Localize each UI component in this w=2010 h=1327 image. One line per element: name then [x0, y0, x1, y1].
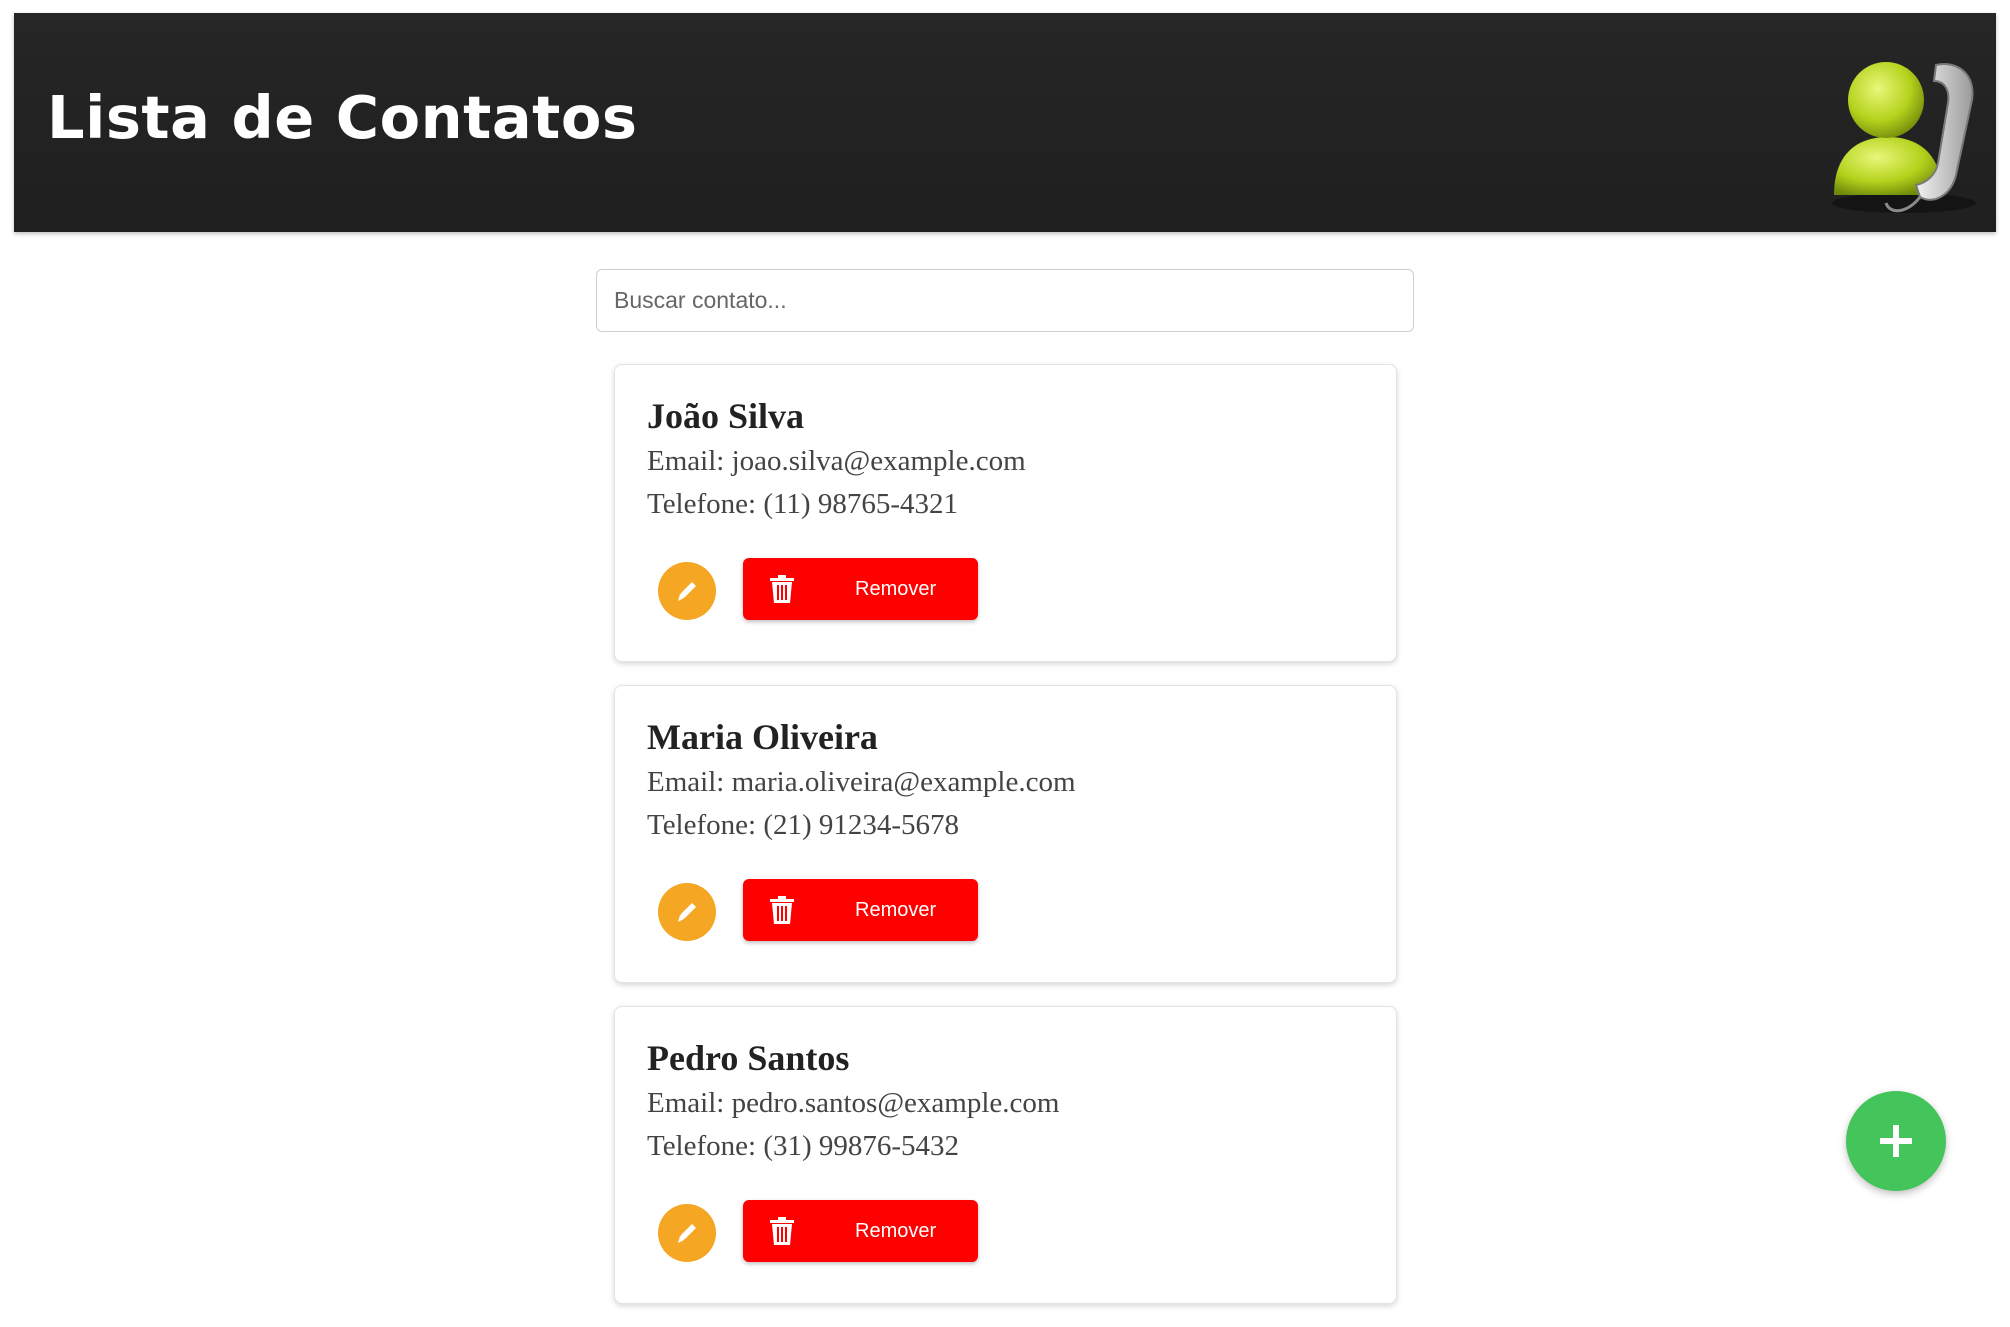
trash-icon [770, 575, 794, 603]
contact-card: João Silva Email: joao.silva@example.com… [614, 364, 1397, 662]
contact-email: Email: joao.silva@example.com [647, 445, 1026, 477]
search-input[interactable] [596, 269, 1414, 332]
contact-name: Maria Oliveira [647, 717, 878, 757]
edit-button[interactable] [658, 883, 716, 941]
remove-button-label: Remover [855, 1220, 937, 1242]
edit-button[interactable] [658, 562, 716, 620]
edit-button[interactable] [658, 1204, 716, 1262]
contact-list: João Silva Email: joao.silva@example.com… [614, 364, 1397, 1327]
remove-button[interactable]: Remover [743, 558, 978, 620]
remove-button[interactable]: Remover [743, 879, 978, 941]
contact-card: Maria Oliveira Email: maria.oliveira@exa… [614, 685, 1397, 983]
app-header: Lista de Contatos [14, 13, 1996, 232]
pencil-icon [678, 903, 696, 922]
trash-icon [770, 1217, 794, 1245]
contact-card: Pedro Santos Email: pedro.santos@example… [614, 1006, 1397, 1304]
pencil-icon [678, 582, 696, 601]
add-contact-button[interactable] [1846, 1091, 1946, 1191]
contact-name: João Silva [647, 396, 805, 436]
remove-button-label: Remover [855, 578, 937, 600]
contact-email: Email: pedro.santos@example.com [647, 1087, 1060, 1119]
trash-icon [770, 896, 794, 924]
contact-phone: Telefone: (21) 91234-5678 [647, 809, 960, 841]
contact-email: Email: maria.oliveira@example.com [647, 766, 1076, 798]
page-title: Lista de Contatos [47, 83, 638, 152]
remove-button-label: Remover [855, 899, 937, 921]
contact-phone: Telefone: (11) 98765-4321 [647, 488, 958, 520]
plus-icon [1880, 1125, 1912, 1157]
contact-phone: Telefone: (31) 99876-5432 [647, 1130, 960, 1162]
remove-button[interactable]: Remover [743, 1200, 978, 1262]
pencil-icon [678, 1224, 696, 1243]
contact-phone-logo-icon [1832, 62, 1976, 213]
contact-name: Pedro Santos [647, 1038, 850, 1078]
